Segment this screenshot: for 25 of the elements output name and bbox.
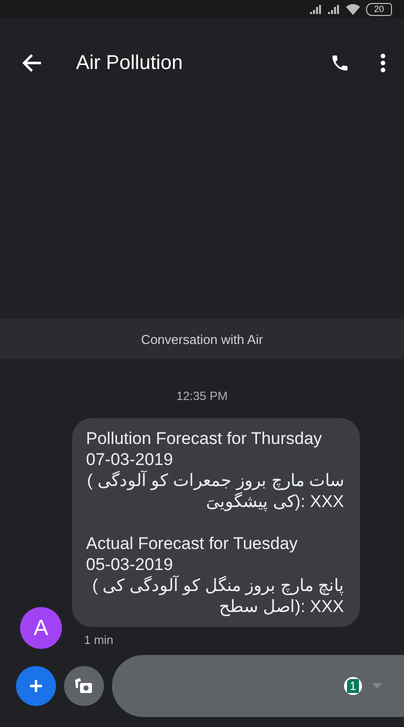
message-input-field[interactable]: 1 (112, 655, 404, 717)
message-text: Actual Forecast for Tuesday (86, 533, 299, 554)
sender-avatar: A (20, 607, 62, 649)
message-text: 07-03-2019 (86, 449, 174, 470)
banner-text: Conversation with Air (140, 332, 264, 346)
message-timestamp: 12:35 PM (175, 389, 229, 403)
conversation-title: Air Pollution (76, 52, 184, 74)
message-text: Pollution Forecast for Thursday (86, 428, 323, 449)
sim-selector[interactable]: 1 (344, 677, 362, 695)
signal-icon (310, 4, 322, 14)
camera-photo-icon (74, 677, 94, 695)
message-text: ( پانچ مارچ بروز منگل کو آلودگی کی اصل سطح): XXX (91, 575, 344, 617)
battery-level: 20 (366, 2, 392, 16)
wifi-icon (346, 4, 360, 14)
gallery-button[interactable] (64, 666, 104, 706)
add-attachment-button[interactable] (16, 666, 56, 706)
plus-icon (30, 680, 42, 692)
signal-icon (328, 4, 340, 14)
more-vertical-icon (380, 53, 386, 73)
dropdown-caret-icon (372, 683, 382, 689)
message-time: 1 min (84, 633, 114, 647)
back-arrow-icon (22, 54, 42, 72)
message-text: ( سات مارچ بروز جمعرات کو آلودگی کی پیشگوییَ): XXX (86, 470, 344, 512)
message-text: 05-03-2019 (86, 554, 174, 575)
phone-icon (330, 53, 350, 73)
